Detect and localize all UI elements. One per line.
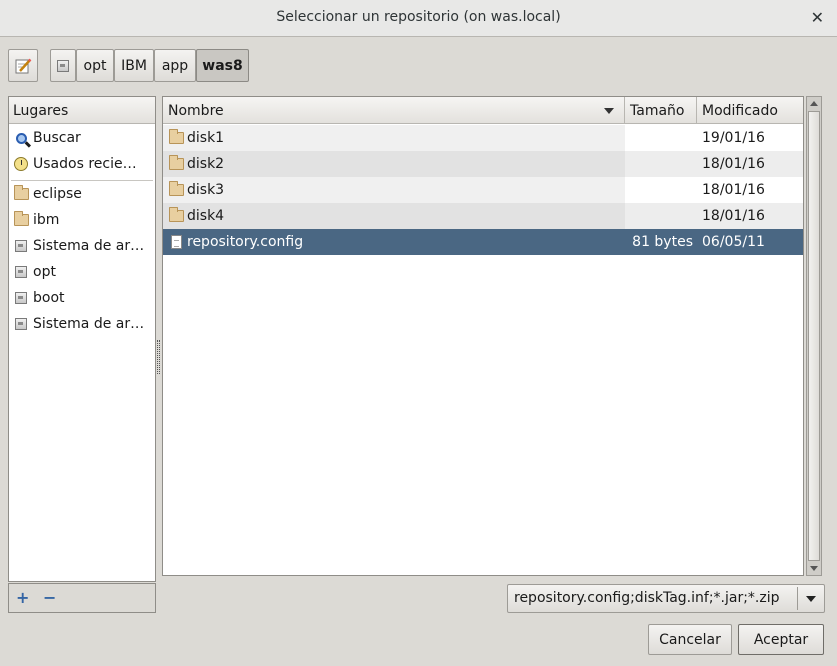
pane-resize-handle[interactable] xyxy=(157,340,160,374)
place-label: Usados recie… xyxy=(33,156,137,172)
drive-icon xyxy=(15,266,27,278)
places-toolbar: + − xyxy=(8,583,156,613)
add-place-icon[interactable]: + xyxy=(16,588,29,607)
file-name: disk3 xyxy=(187,182,225,198)
accept-button[interactable]: Aceptar xyxy=(738,624,824,655)
size-cell xyxy=(625,177,697,203)
table-row[interactable]: disk4 18/01/16 xyxy=(163,203,803,229)
folder-icon xyxy=(168,181,184,196)
search-icon xyxy=(15,132,27,144)
table-row-selected[interactable]: repository.config 81 bytes 06/05/11 xyxy=(163,229,803,255)
name-cell: disk4 xyxy=(163,203,625,229)
path-root-button[interactable] xyxy=(50,49,76,82)
place-item-eclipse[interactable]: eclipse xyxy=(9,181,155,207)
table-row[interactable]: disk1 19/01/16 xyxy=(163,125,803,151)
title-bar: Seleccionar un repositorio (on was.local… xyxy=(0,0,837,37)
place-item-boot[interactable]: boot xyxy=(9,285,155,311)
drive-icon xyxy=(15,292,27,304)
drive-icon xyxy=(57,59,69,72)
column-header-name[interactable]: Nombre xyxy=(163,97,625,124)
filter-separator xyxy=(797,587,798,610)
file-filter-select[interactable]: repository.config;diskTag.inf;*.jar;*.zi… xyxy=(507,584,825,613)
name-cell: repository.config xyxy=(163,229,625,255)
sort-down-icon xyxy=(604,108,614,114)
folder-icon xyxy=(13,185,29,200)
places-header[interactable]: Lugares xyxy=(9,97,155,124)
close-icon[interactable]: ✕ xyxy=(811,8,824,27)
place-label: Sistema de ar… xyxy=(33,238,145,254)
table-row[interactable]: disk3 18/01/16 xyxy=(163,177,803,203)
table-row[interactable]: disk2 18/01/16 xyxy=(163,151,803,177)
place-label: opt xyxy=(33,264,56,280)
drive-icon xyxy=(15,318,27,330)
place-label: eclipse xyxy=(33,186,82,202)
cancel-button[interactable]: Cancelar xyxy=(648,624,732,655)
path-crumb-opt[interactable]: opt xyxy=(76,49,114,82)
place-item-opt[interactable]: opt xyxy=(9,259,155,285)
file-name: repository.config xyxy=(187,234,304,250)
scroll-down-icon[interactable] xyxy=(810,566,818,571)
window-title: Seleccionar un repositorio (on was.local… xyxy=(276,9,561,25)
scroll-up-icon[interactable] xyxy=(810,101,818,106)
modified-cell: 18/01/16 xyxy=(702,182,765,198)
place-item-buscar[interactable]: Buscar xyxy=(9,125,155,151)
chevron-down-icon xyxy=(806,596,816,602)
place-item-recent[interactable]: Usados recie… xyxy=(9,151,155,177)
place-item-filesystem-2[interactable]: Sistema de ar… xyxy=(9,311,155,337)
place-item-filesystem-1[interactable]: Sistema de ar… xyxy=(9,233,155,259)
name-cell: disk2 xyxy=(163,151,625,177)
home-folder-icon xyxy=(13,211,29,226)
folder-icon xyxy=(168,129,184,144)
place-label: boot xyxy=(33,290,65,306)
file-name: disk2 xyxy=(187,156,225,172)
modified-cell: 06/05/11 xyxy=(702,234,765,250)
path-crumb-app[interactable]: app xyxy=(154,49,196,82)
modified-cell: 18/01/16 xyxy=(702,208,765,224)
size-cell: 81 bytes xyxy=(632,234,693,250)
file-name: disk4 xyxy=(187,208,225,224)
column-header-modified[interactable]: Modificado xyxy=(697,97,803,124)
file-list: Nombre Tamaño Modificado disk1 19/01/16 … xyxy=(162,96,804,576)
recent-icon xyxy=(14,157,28,171)
places-panel: Lugares Buscar Usados recie… eclipse ibm… xyxy=(8,96,156,582)
scrollbar-thumb[interactable] xyxy=(808,111,820,561)
path-crumb-was8[interactable]: was8 xyxy=(196,49,249,82)
size-cell xyxy=(625,151,697,177)
size-cell xyxy=(625,125,697,151)
folder-icon xyxy=(168,207,184,222)
size-cell xyxy=(625,203,697,229)
place-item-ibm[interactable]: ibm xyxy=(9,207,155,233)
pencil-edit-icon xyxy=(15,58,32,73)
vertical-scrollbar[interactable] xyxy=(806,96,822,576)
folder-icon xyxy=(168,155,184,170)
filter-value: repository.config;diskTag.inf;*.jar;*.zi… xyxy=(514,590,780,606)
place-label: ibm xyxy=(33,212,60,228)
column-header-size[interactable]: Tamaño xyxy=(625,97,697,124)
modified-cell: 18/01/16 xyxy=(702,156,765,172)
place-label: Buscar xyxy=(33,130,81,146)
file-name: disk1 xyxy=(187,130,225,146)
path-crumb-ibm[interactable]: IBM xyxy=(114,49,154,82)
column-label: Nombre xyxy=(168,103,224,119)
drive-icon xyxy=(15,240,27,252)
modified-cell: 19/01/16 xyxy=(702,130,765,146)
name-cell: disk3 xyxy=(163,177,625,203)
remove-place-icon[interactable]: − xyxy=(43,588,56,607)
edit-location-button[interactable] xyxy=(8,49,38,82)
document-icon xyxy=(170,235,182,249)
place-label: Sistema de ar… xyxy=(33,316,145,332)
name-cell: disk1 xyxy=(163,125,625,151)
